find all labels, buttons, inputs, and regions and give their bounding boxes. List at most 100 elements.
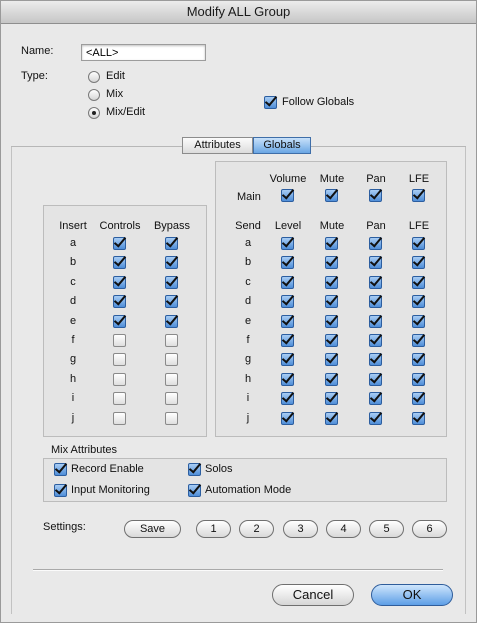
settings-slot-button-5[interactable]: 5: [369, 520, 404, 538]
send-lfe-checkbox[interactable]: [412, 412, 425, 425]
send-row-label: c: [245, 276, 251, 288]
send-header-lfe: LFE: [408, 220, 430, 232]
send-pan-checkbox[interactable]: [369, 392, 382, 405]
send-mute-checkbox[interactable]: [325, 237, 338, 250]
insert-bypass-checkbox[interactable]: [165, 373, 178, 386]
settings-slot-button-1[interactable]: 1: [196, 520, 231, 538]
send-mute-checkbox[interactable]: [325, 295, 338, 308]
main-row-label: Main: [237, 191, 261, 203]
insert-controls-checkbox[interactable]: [113, 334, 126, 347]
mix-automation-mode-checkbox[interactable]: [188, 484, 201, 497]
send-lfe-checkbox[interactable]: [412, 334, 425, 347]
settings-save-button[interactable]: Save: [124, 520, 181, 538]
insert-row-label: e: [69, 315, 77, 327]
cancel-button[interactable]: Cancel: [272, 584, 354, 606]
insert-controls-checkbox[interactable]: [113, 295, 126, 308]
ok-button[interactable]: OK: [371, 584, 453, 606]
send-mute-checkbox[interactable]: [325, 276, 338, 289]
insert-controls-checkbox[interactable]: [113, 315, 126, 328]
type-radio-edit[interactable]: [88, 71, 100, 83]
insert-controls-checkbox[interactable]: [113, 412, 126, 425]
type-option-label: Mix/Edit: [106, 106, 146, 118]
mix-record-enable-checkbox[interactable]: [54, 463, 67, 476]
send-lfe-checkbox[interactable]: [412, 353, 425, 366]
send-row-label: h: [244, 373, 252, 385]
send-level-checkbox[interactable]: [281, 276, 294, 289]
send-pan-checkbox[interactable]: [369, 412, 382, 425]
send-level-checkbox[interactable]: [281, 392, 294, 405]
send-pan-checkbox[interactable]: [369, 295, 382, 308]
insert-bypass-checkbox[interactable]: [165, 412, 178, 425]
insert-controls-checkbox[interactable]: [113, 373, 126, 386]
send-level-checkbox[interactable]: [281, 412, 294, 425]
send-mute-checkbox[interactable]: [325, 353, 338, 366]
settings-slot-button-3[interactable]: 3: [283, 520, 318, 538]
insert-controls-checkbox[interactable]: [113, 276, 126, 289]
insert-row-label: b: [69, 256, 77, 268]
settings-slot-button-4[interactable]: 4: [326, 520, 361, 538]
send-mute-checkbox[interactable]: [325, 334, 338, 347]
send-pan-checkbox[interactable]: [369, 334, 382, 347]
main-header-mute: Mute: [319, 173, 345, 185]
insert-bypass-checkbox[interactable]: [165, 256, 178, 269]
send-pan-checkbox[interactable]: [369, 276, 382, 289]
insert-bypass-checkbox[interactable]: [165, 353, 178, 366]
main-volume-checkbox[interactable]: [281, 189, 294, 202]
send-pan-checkbox[interactable]: [369, 373, 382, 386]
send-lfe-checkbox[interactable]: [412, 392, 425, 405]
send-level-checkbox[interactable]: [281, 295, 294, 308]
send-level-checkbox[interactable]: [281, 237, 294, 250]
settings-slot-button-2[interactable]: 2: [239, 520, 274, 538]
tab-globals[interactable]: Globals: [253, 137, 311, 154]
insert-controls-checkbox[interactable]: [113, 353, 126, 366]
main-lfe-checkbox[interactable]: [412, 189, 425, 202]
send-level-checkbox[interactable]: [281, 353, 294, 366]
insert-bypass-checkbox[interactable]: [165, 237, 178, 250]
send-mute-checkbox[interactable]: [325, 256, 338, 269]
send-mute-checkbox[interactable]: [325, 373, 338, 386]
mix-attributes-title: Mix Attributes: [51, 444, 118, 456]
type-radio-mix-edit[interactable]: [88, 107, 100, 119]
settings-slot-button-6[interactable]: 6: [412, 520, 447, 538]
mix-solos-checkbox[interactable]: [188, 463, 201, 476]
send-level-checkbox[interactable]: [281, 334, 294, 347]
insert-bypass-checkbox[interactable]: [165, 295, 178, 308]
insert-controls-checkbox[interactable]: [113, 237, 126, 250]
send-pan-checkbox[interactable]: [369, 237, 382, 250]
send-mute-checkbox[interactable]: [325, 392, 338, 405]
send-pan-checkbox[interactable]: [369, 315, 382, 328]
main-header-lfe: LFE: [408, 173, 430, 185]
send-row-label: e: [244, 315, 252, 327]
send-row-label: g: [244, 353, 252, 365]
send-lfe-checkbox[interactable]: [412, 237, 425, 250]
tab-attributes[interactable]: Attributes: [182, 137, 253, 154]
main-mute-checkbox[interactable]: [325, 189, 338, 202]
send-level-checkbox[interactable]: [281, 315, 294, 328]
main-pan-checkbox[interactable]: [369, 189, 382, 202]
send-level-checkbox[interactable]: [281, 373, 294, 386]
insert-bypass-checkbox[interactable]: [165, 334, 178, 347]
main-header-volume: Volume: [269, 173, 307, 185]
send-row-label: a: [244, 237, 252, 249]
mix-input-monitoring-checkbox[interactable]: [54, 484, 67, 497]
insert-bypass-checkbox[interactable]: [165, 315, 178, 328]
type-radio-mix[interactable]: [88, 89, 100, 101]
insert-bypass-checkbox[interactable]: [165, 276, 178, 289]
send-row-label: f: [246, 334, 250, 346]
insert-bypass-checkbox[interactable]: [165, 392, 178, 405]
send-lfe-checkbox[interactable]: [412, 315, 425, 328]
send-lfe-checkbox[interactable]: [412, 276, 425, 289]
send-lfe-checkbox[interactable]: [412, 373, 425, 386]
send-level-checkbox[interactable]: [281, 256, 294, 269]
send-lfe-checkbox[interactable]: [412, 295, 425, 308]
send-mute-checkbox[interactable]: [325, 315, 338, 328]
send-mute-checkbox[interactable]: [325, 412, 338, 425]
name-field[interactable]: [81, 44, 206, 61]
send-lfe-checkbox[interactable]: [412, 256, 425, 269]
send-pan-checkbox[interactable]: [369, 353, 382, 366]
insert-row-label: f: [71, 334, 75, 346]
insert-controls-checkbox[interactable]: [113, 392, 126, 405]
insert-controls-checkbox[interactable]: [113, 256, 126, 269]
follow-globals-checkbox[interactable]: [264, 96, 277, 109]
send-pan-checkbox[interactable]: [369, 256, 382, 269]
